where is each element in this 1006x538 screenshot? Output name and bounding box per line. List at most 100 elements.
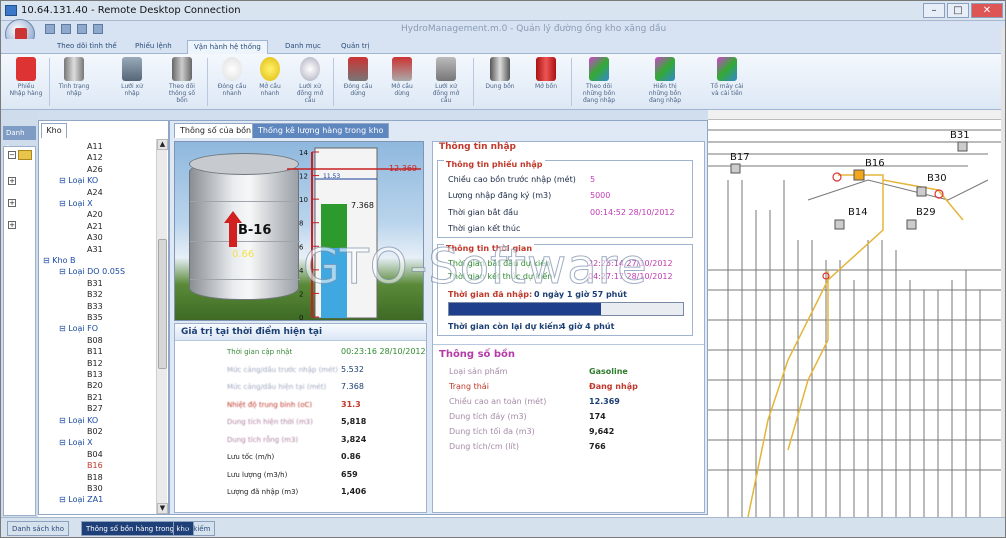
tree-tank-node[interactable]: A31: [87, 244, 103, 255]
level-label: 7.368: [351, 201, 374, 210]
minimize-button[interactable]: –: [923, 3, 945, 18]
save-icon[interactable]: [45, 24, 55, 34]
tab-van-hanh[interactable]: Vận hành hệ thống: [187, 40, 268, 54]
tree-tank-node[interactable]: A26: [87, 164, 103, 175]
scroll-down-icon[interactable]: ▼: [157, 503, 168, 514]
map-scrollbar[interactable]: [1001, 27, 1005, 517]
thoi-gian-box: Thông tin thời gian Thời gian bắt đầu dự…: [437, 244, 693, 336]
tree-tank-node[interactable]: A24: [87, 187, 103, 198]
tree-group-node[interactable]: ⊟ Loại ZA1: [59, 494, 103, 505]
tree-tank-node[interactable]: B13: [87, 369, 103, 380]
tree-tank-node[interactable]: B31: [87, 278, 103, 289]
collapse-toggle[interactable]: −: [8, 151, 16, 159]
chieu-cao-label: Chiều cao bồn trước nhập (mét): [448, 175, 576, 184]
tree-tank-node[interactable]: A30: [87, 232, 103, 243]
tree-tank-node[interactable]: A11: [87, 141, 103, 152]
dong-cau-dung-button[interactable]: Đóng cầu dừng: [341, 57, 375, 105]
dropdown-icon[interactable]: [93, 24, 103, 34]
tank-open-icon: [536, 57, 556, 81]
dong-cau-nhanh-button[interactable]: Đóng cầu nhanh: [215, 57, 249, 105]
tab-quan-tri[interactable]: Quản trị: [335, 40, 375, 54]
gauge-tick-label: 14: [299, 149, 308, 157]
tab-phieu-lenh[interactable]: Phiếu lệnh: [129, 40, 178, 54]
kho-scrollbar[interactable]: ▲ ▼: [156, 139, 168, 514]
tree-group-node[interactable]: ⊟ Loại FO: [59, 323, 98, 334]
tree-tank-node[interactable]: B30: [87, 483, 103, 494]
tree-tank-node[interactable]: B20: [87, 380, 103, 391]
tank-rate: 0.66: [232, 249, 255, 260]
thoi-gian-title: Thông tin thời gian: [444, 244, 535, 253]
close-button[interactable]: ✕: [971, 3, 1003, 18]
tank-detail-window: Thông số của bồn Thống kê lượng hàng tro…: [169, 120, 708, 515]
remain-label: Thời gian còn lại dự kiến:: [448, 322, 562, 331]
phieu-nhap-button[interactable]: Phiếu Nhập hàng: [9, 57, 43, 105]
tree-tank-node[interactable]: B11: [87, 346, 103, 357]
expand-toggle[interactable]: +: [8, 177, 16, 185]
tree-group-node[interactable]: ⊟ Loại DO 0.05S: [59, 266, 125, 277]
theo-doi-thong-so-button[interactable]: Theo dõi thông số bồn: [165, 57, 199, 105]
tab-kho[interactable]: Kho: [41, 123, 67, 138]
undo-icon[interactable]: [61, 24, 71, 34]
luoi-xu-dong-mo-button[interactable]: Lưới xử đồng mở cầu: [293, 57, 327, 105]
tree-tank-node[interactable]: B04: [87, 449, 103, 460]
tree-tank-node[interactable]: A20: [87, 209, 103, 220]
tree-tank-node[interactable]: B33: [87, 301, 103, 312]
maximize-button[interactable]: □: [947, 3, 969, 18]
tree-group-node[interactable]: ⊟ Loại X: [59, 437, 93, 448]
tree-tank-node[interactable]: B21: [87, 392, 103, 403]
tree-tank-node[interactable]: A12: [87, 152, 103, 163]
tree-tank-node[interactable]: B18: [87, 472, 103, 483]
import-progress-fill: [449, 303, 602, 315]
tank-name: B-16: [238, 223, 272, 238]
pipeline-diagram: B31 B17 B16 B30 B14 B29: [708, 129, 1001, 517]
value-row-label: Dung tích hiện thời (m3): [227, 418, 313, 426]
scroll-thumb[interactable]: [158, 239, 167, 369]
task-tim-kiem[interactable]: Tìm kiếm: [173, 521, 216, 536]
task-danh-sach-kho[interactable]: Danh sách kho: [7, 521, 69, 536]
tree-tank-node[interactable]: B02: [87, 426, 103, 437]
tree-tank-node[interactable]: B35: [87, 312, 103, 323]
dock-tab-danh-sach[interactable]: Danh s...: [3, 126, 36, 151]
tree-tank-node[interactable]: B12: [87, 358, 103, 369]
value-row-value: 1,406: [341, 487, 367, 496]
redo-icon[interactable]: [77, 24, 87, 34]
tab-thong-so-bon[interactable]: Thông số của bồn: [174, 123, 258, 138]
tree-tank-node[interactable]: A21: [87, 221, 103, 232]
tree-group-node[interactable]: ⊟ Loại X: [59, 198, 93, 209]
tree-group-node[interactable]: ⊟ Loại KO: [59, 175, 98, 186]
pipeline-map[interactable]: B31 B17 B16 B30 B14 B29: [708, 120, 1001, 517]
bon-row-value: Gasoline: [589, 367, 628, 376]
value-row-label: Mức cảng/dầu trước nhập (mét): [227, 365, 338, 374]
tinh-trang-nhap-button[interactable]: Tình trạng nhập: [57, 57, 91, 105]
tab-theo-doi[interactable]: Theo dõi tình thế: [51, 40, 123, 54]
mo-bon-button[interactable]: Mở bồn: [529, 57, 563, 105]
luong-nhap-value: 5000: [590, 191, 611, 200]
thong-so-bon-box: Thông số bồn Loại sản phẩm Gasoline Trạng …: [433, 344, 704, 512]
tab-thong-ke[interactable]: Thống kê lượng hàng trong kho: [252, 123, 390, 138]
gauge-tick-label: 0: [299, 314, 303, 321]
bon-row-label: Loại sản phẩm: [449, 367, 508, 376]
to-may-button[interactable]: Tổ máy cài và cài tiền: [707, 57, 747, 105]
tree-tank-node[interactable]: B32: [87, 289, 103, 300]
stop-valve-icon: [348, 57, 368, 81]
expand-toggle[interactable]: +: [8, 221, 16, 229]
value-row-value: 659: [341, 469, 358, 479]
active-pipe-route: [747, 174, 964, 517]
value-row-value: 7.368: [341, 382, 364, 391]
tree-group-node[interactable]: ⊟ Kho B: [43, 255, 76, 266]
tab-danh-muc[interactable]: Danh mục: [279, 40, 327, 54]
hien-thi-bon-dang-nhap-button[interactable]: Hiển thị những bồn đang nhập: [645, 57, 685, 105]
expand-toggle[interactable]: +: [8, 199, 16, 207]
mo-cau-nhanh-button[interactable]: Mở cầu nhanh: [253, 57, 287, 105]
tree-group-node[interactable]: ⊟ Loại KO: [59, 415, 98, 426]
mo-cau-dung-button[interactable]: Mở cầu dừng: [385, 57, 419, 105]
tree-tank-node[interactable]: B16: [87, 460, 103, 471]
map-label-b17: B17: [730, 152, 750, 163]
tree-tank-node[interactable]: B27: [87, 403, 103, 414]
luoi-xu-dong-mo-cau-button[interactable]: Lưới xử đồng mở cầu: [429, 57, 463, 105]
theo-doi-bon-dang-nhap-button[interactable]: Theo dõi những bồn đang nhập: [579, 57, 619, 105]
tree-tank-node[interactable]: B08: [87, 335, 103, 346]
scroll-up-icon[interactable]: ▲: [157, 139, 168, 150]
luoi-xu-nhap-button[interactable]: Lưới xử nhập: [115, 57, 149, 105]
dung-bon-button[interactable]: Dung bồn: [483, 57, 517, 105]
